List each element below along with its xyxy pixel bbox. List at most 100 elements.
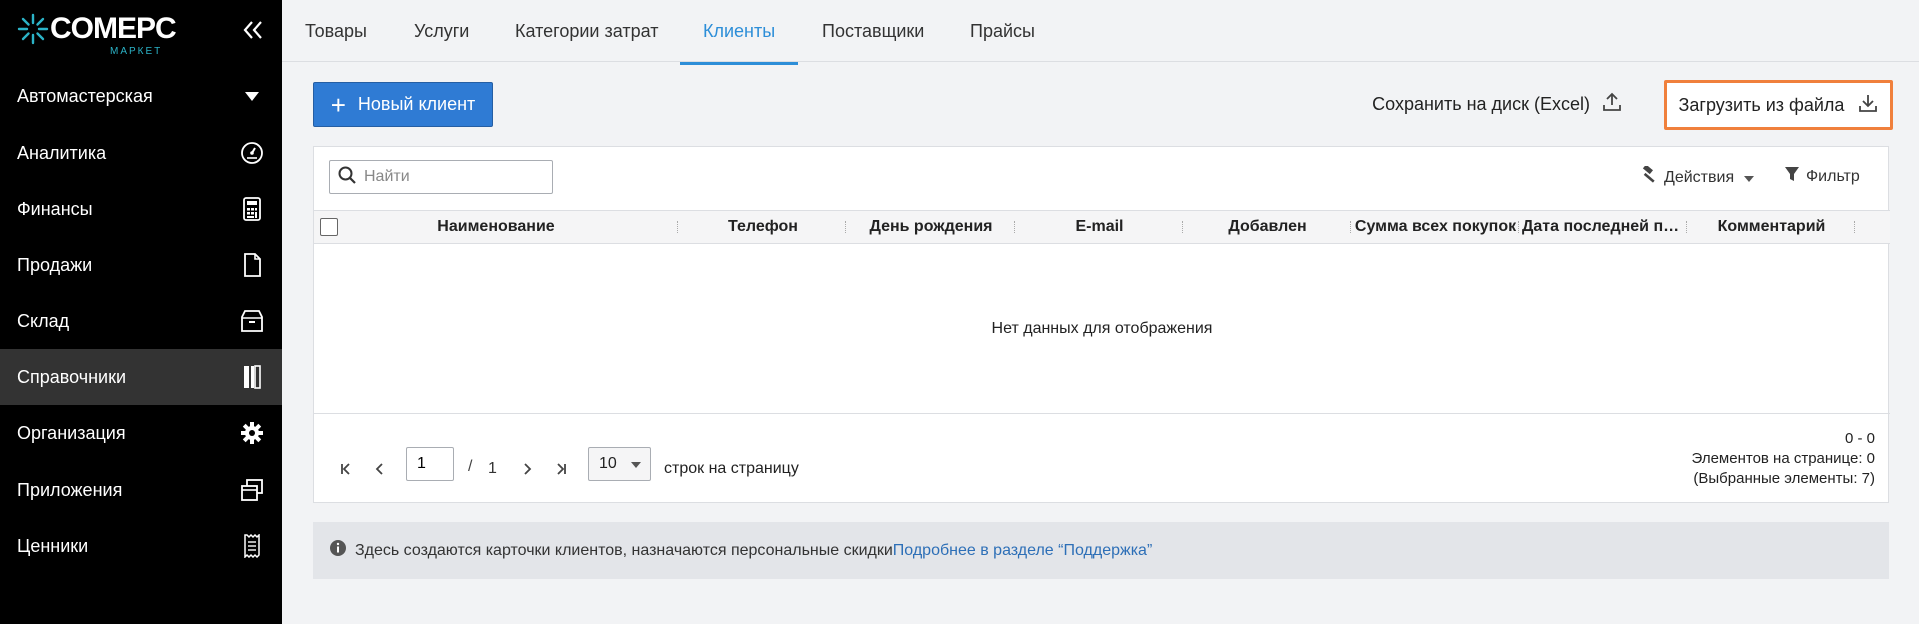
sidebar-item-finance[interactable]: Финансы bbox=[0, 181, 282, 237]
save-excel-button[interactable]: Сохранить на диск (Excel) bbox=[1372, 82, 1622, 127]
tab-suppliers[interactable]: Поставщики bbox=[799, 0, 947, 62]
search-input[interactable] bbox=[364, 168, 544, 186]
tab-goods[interactable]: Товары bbox=[282, 0, 390, 62]
book-icon bbox=[240, 365, 264, 389]
select-all-checkbox[interactable] bbox=[320, 218, 338, 236]
brand-name: COMEPC bbox=[50, 12, 177, 45]
table-header: Наименование Телефон День рождения E-mai… bbox=[314, 210, 1890, 244]
logo-star-icon bbox=[17, 13, 49, 45]
column-separator[interactable] bbox=[1014, 221, 1015, 233]
tab-services[interactable]: Услуги bbox=[391, 0, 492, 62]
page-separator: / bbox=[468, 458, 473, 475]
tab-clients[interactable]: Клиенты bbox=[680, 0, 799, 65]
gear-icon bbox=[240, 421, 264, 445]
plus-icon: + bbox=[330, 89, 346, 120]
sidebar: COMEPC МАРКЕТ Автомастерская Аналитика Ф… bbox=[0, 0, 282, 624]
tab-price-lists[interactable]: Прайсы bbox=[947, 0, 1058, 62]
page-size-value: 10 bbox=[599, 455, 617, 472]
caret-down-icon bbox=[630, 455, 641, 473]
save-excel-label: Сохранить на диск (Excel) bbox=[1372, 94, 1590, 114]
brand-subtitle: МАРКЕТ bbox=[110, 46, 163, 57]
clients-grid: Действия Фильтр Наименование Телефон Ден… bbox=[313, 146, 1890, 503]
first-page-icon[interactable] bbox=[338, 461, 354, 477]
sidebar-item-organization[interactable]: Организация bbox=[0, 405, 282, 461]
hammer-icon bbox=[1640, 164, 1658, 189]
column-header-email[interactable]: E-mail bbox=[1018, 211, 1181, 243]
windows-icon bbox=[240, 478, 264, 502]
column-separator[interactable] bbox=[1350, 221, 1351, 233]
tab-expense-categories[interactable]: Категории затрат bbox=[492, 0, 681, 62]
page-size-select[interactable]: 10 bbox=[588, 447, 651, 481]
caret-down-icon bbox=[1744, 169, 1755, 187]
document-icon bbox=[240, 253, 264, 277]
prev-page-icon[interactable] bbox=[372, 461, 388, 477]
column-separator[interactable] bbox=[1854, 221, 1855, 233]
sidebar-item-analytics[interactable]: Аналитика bbox=[0, 125, 282, 181]
filter-label: Фильтр bbox=[1806, 167, 1860, 185]
sidebar-item-label: Аналитика bbox=[17, 142, 107, 163]
last-page-icon[interactable] bbox=[553, 461, 569, 477]
total-pages: 1 bbox=[488, 460, 497, 477]
actions-menu[interactable]: Действия bbox=[1640, 164, 1755, 189]
page-size-label: строк на страницу bbox=[664, 460, 799, 477]
column-separator[interactable] bbox=[845, 221, 846, 233]
new-client-label: Новый клиент bbox=[357, 94, 476, 114]
calculator-icon bbox=[240, 197, 264, 221]
sidebar-item-directories[interactable]: Справочники bbox=[0, 349, 282, 405]
sidebar-item-apps[interactable]: Приложения bbox=[0, 462, 282, 518]
column-header-last-purchase-date[interactable]: Дата последней покупки bbox=[1522, 211, 1685, 243]
top-tabs: Товары Услуги Категории затрат Клиенты П… bbox=[282, 0, 1919, 65]
pager-selected-count: (Выбранные элементы: 7) bbox=[1693, 470, 1875, 487]
sidebar-item-label: Организация bbox=[17, 422, 126, 443]
filter-button[interactable]: Фильтр bbox=[1784, 166, 1860, 187]
column-separator[interactable] bbox=[1518, 221, 1519, 233]
column-header-name[interactable]: Наименование bbox=[350, 211, 642, 243]
search-box bbox=[329, 160, 553, 194]
column-separator[interactable] bbox=[1182, 221, 1183, 233]
column-header-total-purchases[interactable]: Сумма всех покупок bbox=[1354, 211, 1517, 243]
column-header-comment[interactable]: Комментарий bbox=[1690, 211, 1853, 243]
column-header-added[interactable]: Добавлен bbox=[1186, 211, 1349, 243]
page-number-input[interactable] bbox=[406, 447, 454, 481]
banner-message: Здесь создаются карточки клиентов, назна… bbox=[355, 541, 893, 559]
sidebar-item-label: Финансы bbox=[17, 198, 93, 219]
box-icon bbox=[240, 309, 264, 333]
gauge-icon bbox=[240, 141, 264, 165]
info-icon bbox=[329, 539, 347, 562]
filter-icon bbox=[1784, 166, 1800, 187]
empty-message: Нет данных для отображения bbox=[314, 244, 1890, 414]
sidebar-item-label: Справочники bbox=[17, 366, 127, 387]
support-link[interactable]: Подробнее в разделе “Поддержка” bbox=[893, 542, 1152, 559]
next-page-icon[interactable] bbox=[519, 461, 535, 477]
sidebar-item-label: Склад bbox=[17, 310, 70, 331]
actions-label: Действия bbox=[1664, 168, 1735, 186]
load-from-file-label: Загрузить из файла bbox=[1678, 94, 1845, 115]
info-banner: Здесь создаются карточки клиентов, назна… bbox=[313, 522, 1889, 579]
banner-text: Здесь создаются карточки клиентов, назна… bbox=[355, 542, 1152, 560]
search-icon bbox=[338, 166, 356, 189]
sidebar-item-sales[interactable]: Продажи bbox=[0, 237, 282, 293]
column-header-birthday[interactable]: День рождения bbox=[849, 211, 1013, 243]
pager-range: 0 - 0 bbox=[1844, 430, 1875, 447]
column-separator[interactable] bbox=[1686, 221, 1687, 233]
column-separator[interactable] bbox=[677, 221, 678, 233]
caret-down-icon bbox=[240, 84, 264, 108]
pager-items-per-page: Элементов на странице: 0 bbox=[1691, 450, 1875, 467]
sidebar-item-price-tags[interactable]: Ценники bbox=[0, 518, 282, 574]
load-from-file-button[interactable]: Загрузить из файла bbox=[1664, 80, 1893, 130]
download-icon bbox=[1858, 93, 1878, 118]
sidebar-item-workshop[interactable]: Автомастерская bbox=[0, 68, 282, 124]
sidebar-item-label: Приложения bbox=[17, 479, 123, 500]
receipt-icon bbox=[240, 534, 264, 558]
new-client-button[interactable]: + Новый клиент bbox=[313, 82, 493, 127]
collapse-sidebar-icon[interactable] bbox=[240, 16, 266, 44]
sidebar-item-label: Продажи bbox=[17, 254, 93, 275]
sidebar-item-label: Ценники bbox=[17, 535, 89, 556]
sidebar-item-warehouse[interactable]: Склад bbox=[0, 293, 282, 349]
upload-icon bbox=[1602, 92, 1622, 117]
sidebar-item-label: Автомастерская bbox=[17, 85, 153, 106]
column-header-phone[interactable]: Телефон bbox=[682, 211, 844, 243]
pager: / 1 10 строк на страницу 0 - 0 Элементов… bbox=[314, 415, 1890, 503]
pager-info: 0 - 0 Элементов на странице: 0 (Выбранны… bbox=[1692, 429, 1875, 489]
brand-logo[interactable]: COMEPC МАРКЕТ bbox=[16, 10, 177, 58]
